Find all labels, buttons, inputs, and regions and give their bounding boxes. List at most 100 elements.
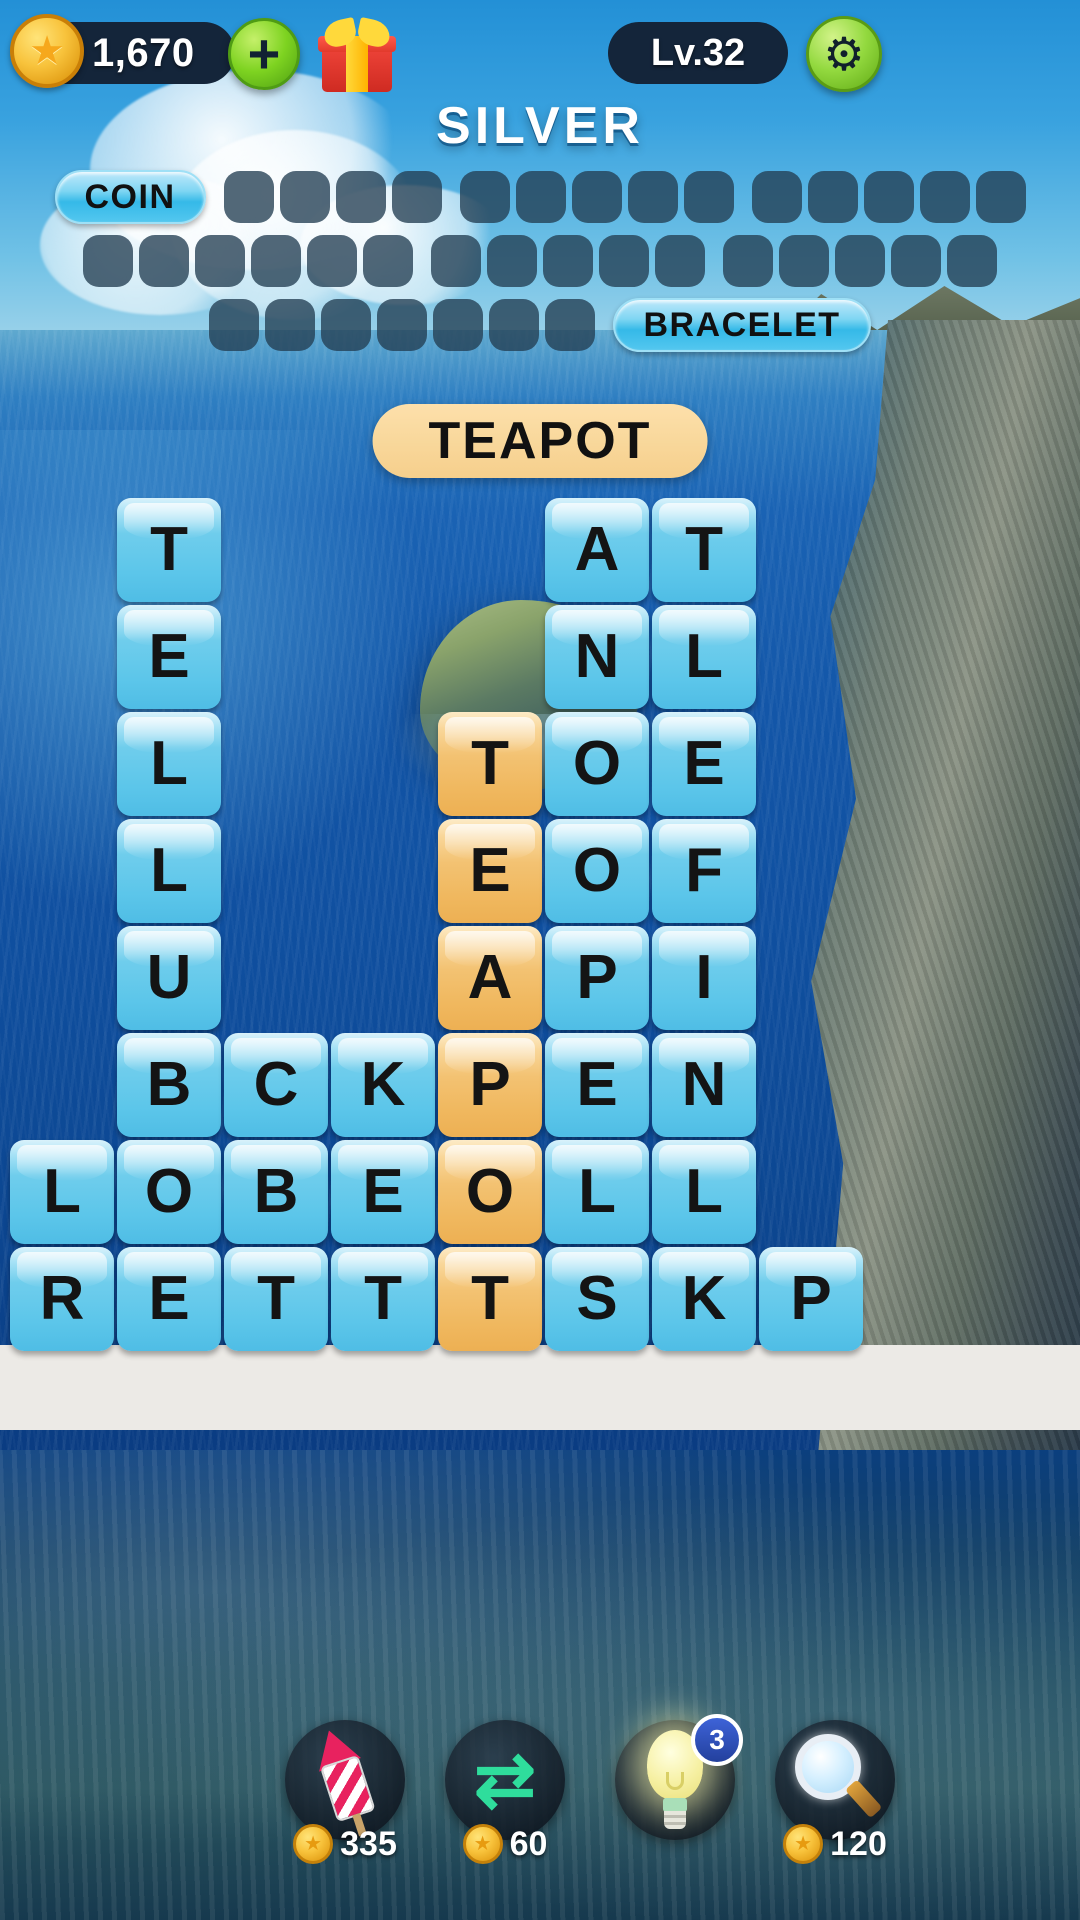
word-slot [919, 171, 970, 223]
word-slot-group [209, 299, 596, 351]
powerup-icon-circle[interactable]: ⇄ [445, 1720, 565, 1840]
letter-tile[interactable]: P [438, 1033, 542, 1137]
word-slot [321, 299, 372, 351]
letter-tile[interactable]: B [224, 1140, 328, 1244]
letter-tile[interactable]: T [438, 1247, 542, 1351]
letter-tile-text: K [360, 1050, 406, 1119]
letter-tile[interactable]: I [652, 926, 756, 1030]
settings-button[interactable]: ⚙ [806, 16, 882, 92]
coin-icon: ★ [462, 1824, 503, 1864]
powerup-icon-circle[interactable] [285, 1720, 405, 1840]
word-slot-group [431, 235, 705, 287]
letter-tile-text: E [362, 1157, 404, 1226]
letter-tile[interactable]: N [545, 605, 649, 709]
word-slot [975, 171, 1026, 223]
letter-tile[interactable]: T [224, 1247, 328, 1351]
word-slot [863, 171, 914, 223]
letter-tile[interactable]: E [331, 1140, 435, 1244]
letter-tile[interactable]: O [545, 712, 649, 816]
word-slot [571, 171, 622, 223]
powerup-cost: ★ 120 [760, 1824, 910, 1864]
word-slot [487, 235, 537, 287]
letter-tile[interactable]: O [117, 1140, 221, 1244]
letter-tile[interactable]: L [117, 819, 221, 923]
letter-tile[interactable]: P [545, 926, 649, 1030]
letter-tile[interactable]: B [117, 1033, 221, 1137]
current-word-chip: TEAPOT [372, 404, 708, 478]
powerup-rocket[interactable]: ★ 335 [270, 1720, 420, 1864]
letter-tile-text: E [148, 1264, 190, 1333]
word-slot [459, 171, 510, 223]
letter-tile[interactable]: K [652, 1247, 756, 1351]
found-word-text: BRACELET [643, 305, 841, 344]
letter-tile[interactable]: O [545, 819, 649, 923]
letter-tile[interactable]: T [331, 1247, 435, 1351]
powerup-shuffle[interactable]: ⇄ ★ 60 [430, 1720, 580, 1864]
letter-tile[interactable]: T [652, 498, 756, 602]
letter-tile-text: E [576, 1050, 618, 1119]
letter-tile[interactable]: A [438, 926, 542, 1030]
powerup-cost: ★ 60 [430, 1824, 580, 1864]
letter-tile[interactable]: L [117, 712, 221, 816]
word-slot [335, 171, 386, 223]
letter-tile[interactable]: K [331, 1033, 435, 1137]
letter-tile-text: E [683, 729, 725, 798]
letter-tile[interactable]: O [438, 1140, 542, 1244]
letter-tile-text: O [572, 836, 622, 905]
powerup-cost-text: 120 [830, 1824, 887, 1863]
letter-tile-text: T [364, 1264, 402, 1333]
letter-tile[interactable]: T [438, 712, 542, 816]
letter-tile-text: P [576, 943, 618, 1012]
word-slot [835, 235, 885, 287]
word-list-row: COIN [0, 170, 1080, 224]
letter-tile-text: T [685, 515, 723, 584]
letter-tile[interactable]: E [652, 712, 756, 816]
letter-tile[interactable]: F [652, 819, 756, 923]
rocket-icon [298, 1721, 391, 1840]
letter-tile[interactable]: T [117, 498, 221, 602]
word-slot [543, 235, 593, 287]
letter-tile[interactable]: E [438, 819, 542, 923]
level-badge: Lv.32 [608, 22, 788, 84]
word-slot-group [223, 171, 442, 223]
letter-tile[interactable]: A [545, 498, 649, 602]
letter-tile[interactable]: R [10, 1247, 114, 1351]
powerup-search[interactable]: ★ 120 [760, 1720, 910, 1864]
letter-tile-text: K [681, 1264, 727, 1333]
coin-icon: ★ [293, 1824, 334, 1864]
word-slot [723, 235, 773, 287]
letter-tile-text: I [695, 943, 713, 1012]
letter-tile-text: U [146, 943, 192, 1012]
word-slot [515, 171, 566, 223]
letter-tile[interactable]: L [652, 605, 756, 709]
letter-tile-text: N [681, 1050, 727, 1119]
letter-tile[interactable]: E [545, 1033, 649, 1137]
add-coins-button[interactable]: + [228, 18, 300, 90]
letter-tile[interactable]: P [759, 1247, 863, 1351]
powerup-cost-text: 60 [509, 1824, 548, 1863]
gift-box-icon[interactable] [318, 16, 396, 92]
powerup-cost-text: 335 [340, 1824, 397, 1863]
word-slot-group [751, 171, 1026, 223]
word-slot [265, 299, 316, 351]
letter-tile[interactable]: L [652, 1140, 756, 1244]
letter-tile[interactable]: N [652, 1033, 756, 1137]
letter-tile[interactable]: S [545, 1247, 649, 1351]
letter-tile[interactable]: C [224, 1033, 328, 1137]
coin-star-icon: ★ [10, 14, 84, 88]
letter-tile[interactable]: U [117, 926, 221, 1030]
word-slot [947, 235, 997, 287]
powerup-icon-circle[interactable]: 3 [615, 1714, 743, 1840]
letter-tile[interactable]: E [117, 1247, 221, 1351]
word-slot [223, 171, 274, 223]
letter-tile[interactable]: L [10, 1140, 114, 1244]
word-slot [431, 235, 481, 287]
letter-tile-text: N [574, 622, 620, 691]
letter-tile[interactable]: L [545, 1140, 649, 1244]
powerup-icon-circle[interactable] [775, 1720, 895, 1840]
powerup-hint[interactable]: 3 [600, 1714, 750, 1840]
letter-tile[interactable]: E [117, 605, 221, 709]
word-slot [307, 235, 357, 287]
letter-tile-text: T [471, 1264, 509, 1333]
letter-tile-text: L [150, 729, 188, 798]
